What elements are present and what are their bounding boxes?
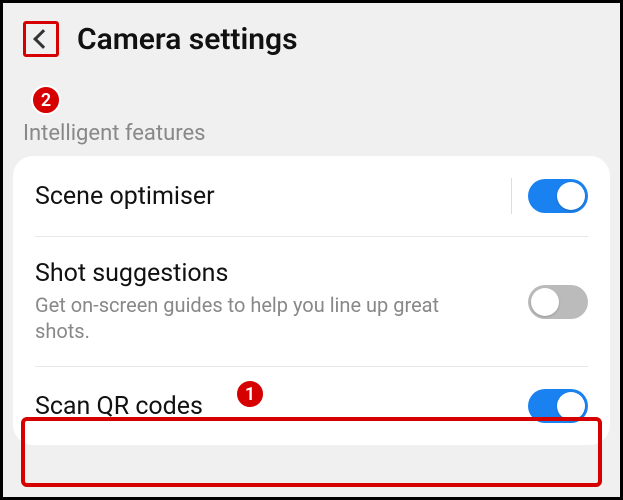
toggle-scan-qr-codes[interactable] [528,389,588,423]
header-bar: Camera settings [3,3,620,75]
setting-label: Shot suggestions [35,259,528,288]
setting-description: Get on-screen guides to help you line up… [35,292,495,344]
chevron-left-icon [33,29,53,49]
setting-text: Scene optimiser [35,182,511,211]
toggle-thumb [557,392,585,420]
section-header-intelligent-features: Intelligent features [3,121,620,146]
setting-label: Scene optimiser [35,182,511,211]
toggle-thumb [557,182,585,210]
page-title: Camera settings [77,22,298,57]
settings-card: Scene optimiser Shot suggestions Get on-… [13,156,610,445]
setting-scan-qr-codes[interactable]: Scan QR codes [35,367,588,445]
toggle-wrap [528,389,588,423]
toggle-wrap [511,178,589,214]
setting-text: Shot suggestions Get on-screen guides to… [35,259,528,344]
toggle-divider [511,178,513,214]
annotation-badge-2: 2 [31,85,61,115]
back-button[interactable] [23,21,59,57]
toggle-scene-optimiser[interactable] [528,179,588,213]
annotation-badge-1: 1 [235,379,265,409]
setting-shot-suggestions[interactable]: Shot suggestions Get on-screen guides to… [35,237,588,367]
toggle-thumb [531,288,559,316]
setting-text: Scan QR codes [35,392,528,421]
toggle-shot-suggestions[interactable] [528,285,588,319]
toggle-wrap [528,285,588,319]
setting-scene-optimiser[interactable]: Scene optimiser [35,156,588,237]
setting-label: Scan QR codes [35,392,528,421]
